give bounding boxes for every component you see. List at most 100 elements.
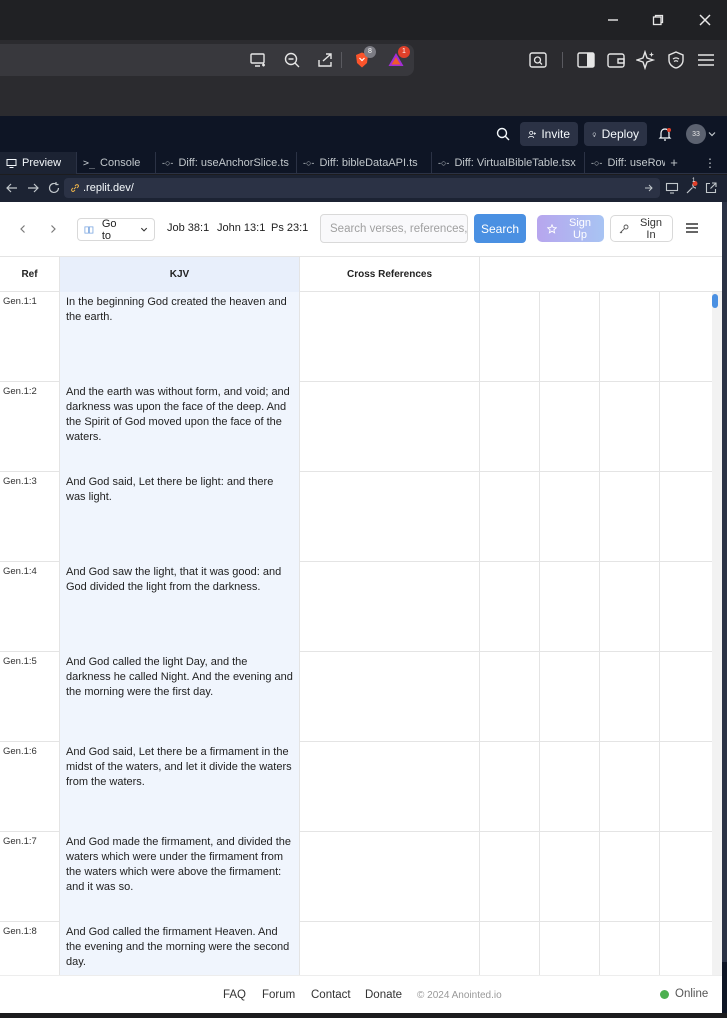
sidebar-icon[interactable] xyxy=(575,49,597,71)
diff-icon: -○- xyxy=(303,158,315,168)
verse-text: And the earth was without form, and void… xyxy=(60,382,300,472)
brave-shields-icon[interactable]: 8 xyxy=(351,46,376,71)
table-row[interactable]: Gen.1:7 And God made the firmament, and d… xyxy=(0,832,712,922)
empty-cell xyxy=(600,652,660,742)
brave-rewards-icon[interactable]: 1 xyxy=(385,46,410,71)
table-row[interactable]: Gen.1:3 And God said, Let there be light:… xyxy=(0,472,712,562)
more-options-icon[interactable]: ⋮ xyxy=(703,156,717,170)
tab-diff-useanchorslice[interactable]: -○- Diff: useAnchorSlice.ts xyxy=(156,152,297,174)
empty-cell xyxy=(540,922,600,975)
back-arrow-icon[interactable] xyxy=(5,181,19,195)
star-icon xyxy=(547,223,557,234)
tab-label: Diff: useRow xyxy=(607,157,665,169)
cast-icon[interactable] xyxy=(247,49,269,71)
empty-cell xyxy=(600,292,660,382)
avatar[interactable]: 33 xyxy=(686,124,706,144)
tab-console[interactable]: >_ Console xyxy=(77,152,156,174)
table-row[interactable]: Gen.1:6 And God said, Let there be a firm… xyxy=(0,742,712,832)
verse-ref[interactable]: Gen.1:2 xyxy=(0,382,60,472)
empty-cell xyxy=(660,922,712,975)
verse-search-input[interactable]: Search verses, references, or... xyxy=(320,214,468,243)
quick-link-john[interactable]: John 13:1 xyxy=(217,222,265,234)
tab-preview[interactable]: Preview xyxy=(0,152,77,174)
verse-ref[interactable]: Gen.1:4 xyxy=(0,562,60,652)
verse-ref[interactable]: Gen.1:8 xyxy=(0,922,60,975)
minimize-icon[interactable] xyxy=(603,10,623,30)
app-footer: FAQ Forum Contact Donate © 2024 Anointed… xyxy=(0,975,722,1013)
verse-ref[interactable]: Gen.1:5 xyxy=(0,652,60,742)
empty-cell xyxy=(540,562,600,652)
browser-url-bar[interactable]: 8 1 xyxy=(0,44,414,76)
search-button[interactable]: Search xyxy=(474,214,526,243)
sign-up-button[interactable]: Sign Up xyxy=(537,215,604,242)
reload-icon[interactable] xyxy=(47,181,61,195)
quick-link-job[interactable]: Job 38:1 xyxy=(167,222,209,234)
leo-ai-icon[interactable] xyxy=(635,49,657,71)
chevron-down-icon[interactable] xyxy=(708,130,716,138)
verse-ref[interactable]: Gen.1:6 xyxy=(0,742,60,832)
reader-mode-icon[interactable] xyxy=(527,49,549,71)
bible-app: Go to Job 38:1 John 13:1 Ps 23:1 Search … xyxy=(0,202,722,1013)
prev-chevron-icon[interactable] xyxy=(14,220,32,238)
table-row[interactable]: Gen.1:5 And God called the light Day, and… xyxy=(0,652,712,742)
footer-link-contact[interactable]: Contact xyxy=(311,989,351,1001)
share-icon[interactable] xyxy=(314,49,336,71)
table-row[interactable]: Gen.1:4 And God saw the light, that it wa… xyxy=(0,562,712,652)
hamburger-menu-icon[interactable] xyxy=(683,219,701,237)
devtools-wrench-icon[interactable]: 1 xyxy=(685,178,699,195)
footer-link-donate[interactable]: Donate xyxy=(365,989,402,1001)
cross-references-cell xyxy=(300,832,480,922)
empty-cell xyxy=(480,922,540,975)
wallet-icon[interactable] xyxy=(605,49,627,71)
vpn-shield-icon[interactable] xyxy=(665,49,687,71)
column-header-ref[interactable]: Ref xyxy=(0,257,60,292)
external-link-icon[interactable] xyxy=(704,181,718,195)
table-scrollbar-thumb[interactable] xyxy=(712,294,718,308)
devtools-badge: 1 xyxy=(692,178,696,184)
forward-arrow-icon[interactable] xyxy=(26,181,40,195)
footer-link-forum[interactable]: Forum xyxy=(262,989,295,1001)
column-header-cross-references[interactable]: Cross References xyxy=(300,257,480,292)
zoom-out-icon[interactable] xyxy=(281,49,303,71)
footer-link-faq[interactable]: FAQ xyxy=(223,989,246,1001)
url-field[interactable]: .replit.dev/ xyxy=(64,178,660,198)
new-tab-icon[interactable]: + xyxy=(667,156,681,170)
empty-cell xyxy=(480,382,540,472)
close-icon[interactable] xyxy=(695,10,715,30)
verse-ref[interactable]: Gen.1:7 xyxy=(0,832,60,922)
table-row[interactable]: Gen.1:1 In the beginning God created the … xyxy=(0,292,712,382)
search-icon[interactable] xyxy=(495,126,511,142)
app-header: Go to Job 38:1 John 13:1 Ps 23:1 Search … xyxy=(0,202,722,256)
notifications-bell-icon[interactable] xyxy=(657,126,673,142)
tab-label: Diff: bibleDataAPI.ts xyxy=(319,157,418,169)
table-scrollbar[interactable] xyxy=(712,292,722,975)
empty-cell xyxy=(660,832,712,922)
tab-diff-virtualbibletable[interactable]: -○- Diff: VirtualBibleTable.tsx xyxy=(432,152,585,174)
deploy-button[interactable]: Deploy xyxy=(584,122,647,146)
table-header: Ref KJV Cross References xyxy=(0,256,722,292)
preview-scrollbar[interactable] xyxy=(722,202,727,1013)
brave-badge: 8 xyxy=(364,46,376,58)
verse-ref[interactable]: Gen.1:1 xyxy=(0,292,60,382)
preview-scrollbar-thumb[interactable] xyxy=(722,202,727,962)
restore-icon[interactable] xyxy=(648,10,668,30)
table-row[interactable]: Gen.1:8 And God called the firmament Heav… xyxy=(0,922,712,975)
table-row[interactable]: Gen.1:2 And the earth was without form, a… xyxy=(0,382,712,472)
verse-ref[interactable]: Gen.1:3 xyxy=(0,472,60,562)
empty-cell xyxy=(540,382,600,472)
tab-diff-bibledataapi[interactable]: -○- Diff: bibleDataAPI.ts xyxy=(297,152,432,174)
empty-cell xyxy=(660,472,712,562)
sign-in-button[interactable]: Sign In xyxy=(610,215,673,242)
quick-link-psalm[interactable]: Ps 23:1 xyxy=(271,222,308,234)
tab-diff-userow[interactable]: -○- Diff: useRow xyxy=(585,152,665,174)
column-header-kjv[interactable]: KJV xyxy=(60,257,300,292)
next-chevron-icon[interactable] xyxy=(44,220,62,238)
invite-button[interactable]: Invite xyxy=(520,122,578,146)
goto-dropdown[interactable]: Go to xyxy=(77,218,155,242)
rewards-badge: 1 xyxy=(398,46,410,58)
devices-icon[interactable] xyxy=(665,181,679,195)
browser-menu-icon[interactable] xyxy=(695,49,717,71)
copyright-text: © 2024 Anointed.io xyxy=(417,990,502,1001)
cross-references-cell xyxy=(300,562,480,652)
open-arrow-icon[interactable] xyxy=(644,183,654,193)
